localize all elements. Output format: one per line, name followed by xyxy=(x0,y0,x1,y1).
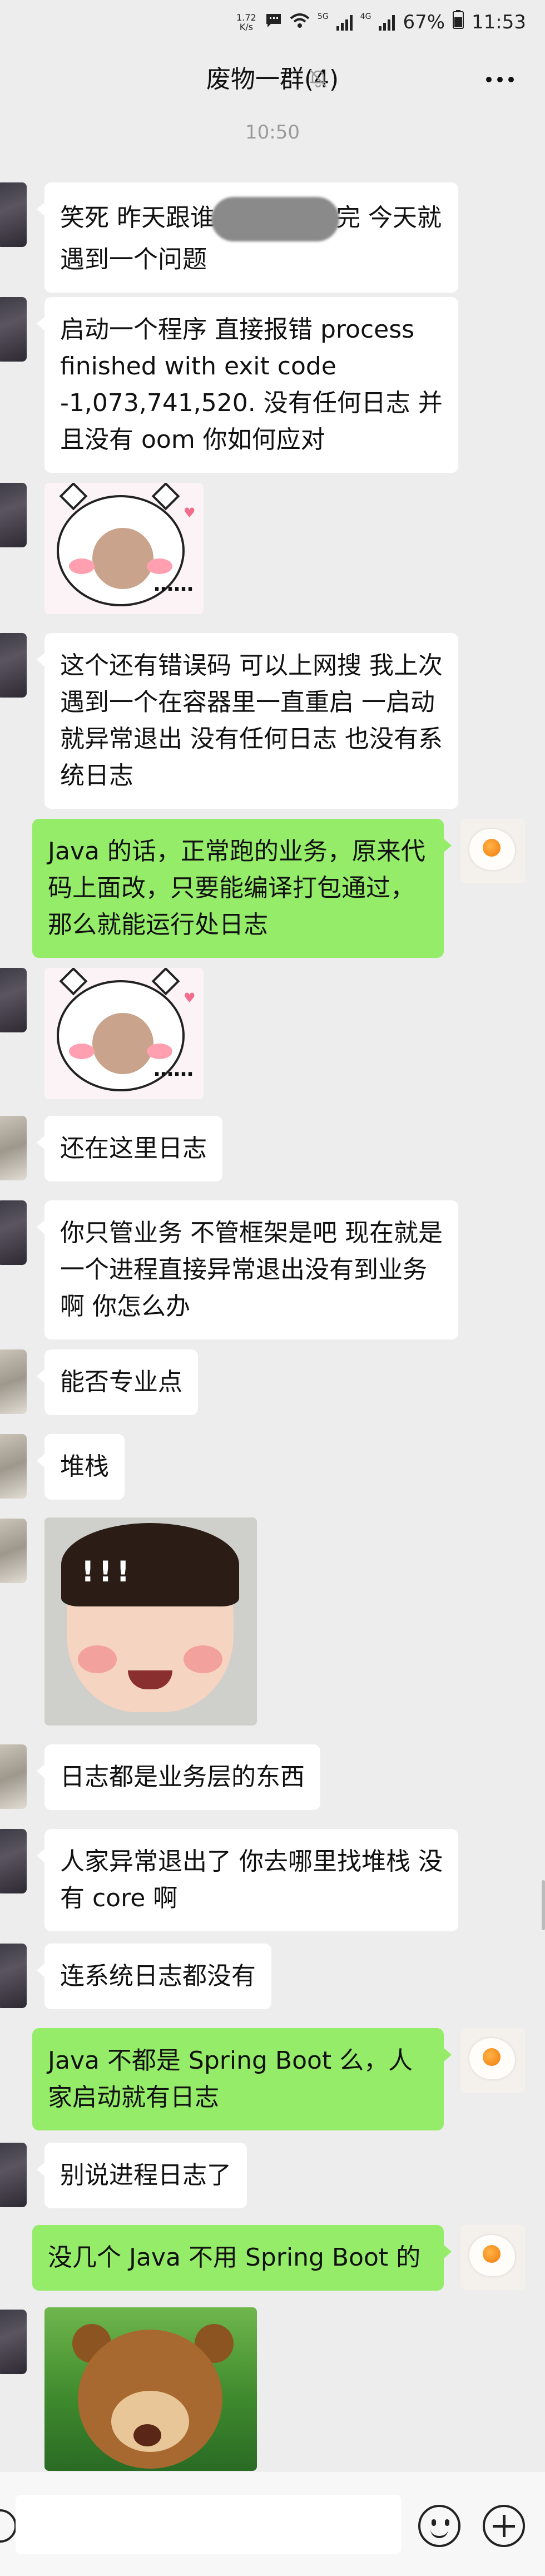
signal-icon-2 xyxy=(379,14,395,31)
avatar[interactable] xyxy=(0,968,27,1032)
panda-meme-sticker[interactable]: ♥ …… xyxy=(44,968,204,1099)
emoji-icon[interactable] xyxy=(418,2505,460,2547)
bear-meme-sticker[interactable] xyxy=(44,2307,257,2471)
message-input[interactable] xyxy=(16,2495,402,2554)
message-bubble[interactable]: 这个还有错误码 可以上网搜 我上次遇到一个在容器里一直重启 一启动就异常退出 没… xyxy=(37,633,458,809)
more-functions-plus-icon[interactable] xyxy=(483,2505,525,2547)
avatar[interactable] xyxy=(0,1116,27,1180)
avatar[interactable] xyxy=(0,1434,27,1499)
avatar[interactable] xyxy=(0,1744,27,1809)
battery-percent: 67% xyxy=(403,11,445,33)
mute-bell-icon xyxy=(307,67,329,89)
message-bubble[interactable]: 还在这里日志 xyxy=(37,1116,222,1181)
baby-meme-sticker[interactable]: !!! xyxy=(44,1517,257,1725)
scrollbar[interactable] xyxy=(542,1880,545,1930)
avatar[interactable] xyxy=(0,1349,27,1414)
net-5g-label: 5G xyxy=(317,12,329,21)
message-bubble[interactable]: 别说进程日志了 xyxy=(37,2143,247,2208)
message-bubble[interactable]: 堆栈 xyxy=(37,1434,125,1500)
net-4g-label: 4G xyxy=(360,12,371,21)
message-bubble-self[interactable]: Java 的话，正常跑的业务，原来代码上面改，只要能编译打包通过，那么就能运行处… xyxy=(32,819,452,958)
message-bubble[interactable]: 笑死 昨天跟谁完 今天就遇到一个问题 xyxy=(37,182,458,293)
chat-header: 废物一群(4) xyxy=(0,45,545,106)
avatar[interactable] xyxy=(0,2310,27,2374)
input-bar xyxy=(0,2471,545,2576)
message-bubble[interactable]: 启动一个程序 直接报错 process finished with exit c… xyxy=(37,297,458,473)
message-bubble[interactable]: 日志都是业务层的东西 xyxy=(37,1744,320,1810)
panda-meme-sticker[interactable]: ♥ …… xyxy=(44,483,204,614)
wifi-icon xyxy=(290,11,310,33)
network-speed: 1.72 K/s xyxy=(236,12,256,32)
message-bubble[interactable]: 连系统日志都没有 xyxy=(37,1944,271,2009)
self-avatar[interactable] xyxy=(460,819,525,883)
voice-input-icon[interactable] xyxy=(0,2509,17,2543)
more-options-icon[interactable] xyxy=(486,77,514,82)
self-avatar[interactable] xyxy=(460,2225,525,2290)
status-bar: 1.72 K/s 5G 4G 67% 11:53 xyxy=(0,0,545,45)
avatar[interactable] xyxy=(0,1519,27,1583)
avatar[interactable] xyxy=(0,182,27,247)
message-timestamp: 10:50 xyxy=(245,121,300,144)
message-bubble[interactable]: 你只管业务 不管框架是吧 现在就是一个进程直接异常退出没有到业务啊 你怎么办 xyxy=(37,1200,458,1339)
battery-icon xyxy=(453,10,464,34)
message-bubble[interactable]: 能否专业点 xyxy=(37,1349,198,1415)
avatar[interactable] xyxy=(0,297,27,362)
clock: 11:53 xyxy=(472,11,526,33)
avatar[interactable] xyxy=(0,2143,27,2207)
avatar[interactable] xyxy=(0,483,27,547)
message-notification-icon xyxy=(265,11,282,33)
message-bubble[interactable]: 人家异常退出了 你去哪里找堆栈 没有 core 啊 xyxy=(37,1829,458,1931)
avatar[interactable] xyxy=(0,1829,27,1893)
message-bubble-self[interactable]: Java 不都是 Spring Boot 么，人家启动就有日志 xyxy=(32,2028,452,2130)
self-avatar[interactable] xyxy=(460,2028,525,2093)
message-bubble-self[interactable]: 没几个 Java 不用 Spring Boot 的 xyxy=(32,2225,452,2291)
avatar[interactable] xyxy=(0,1944,27,2008)
avatar[interactable] xyxy=(0,1200,27,1265)
signal-icon xyxy=(336,14,353,31)
redacted-name-blob xyxy=(211,197,339,241)
avatar[interactable] xyxy=(0,633,27,698)
chat-title[interactable]: 废物一群(4) xyxy=(0,59,545,95)
